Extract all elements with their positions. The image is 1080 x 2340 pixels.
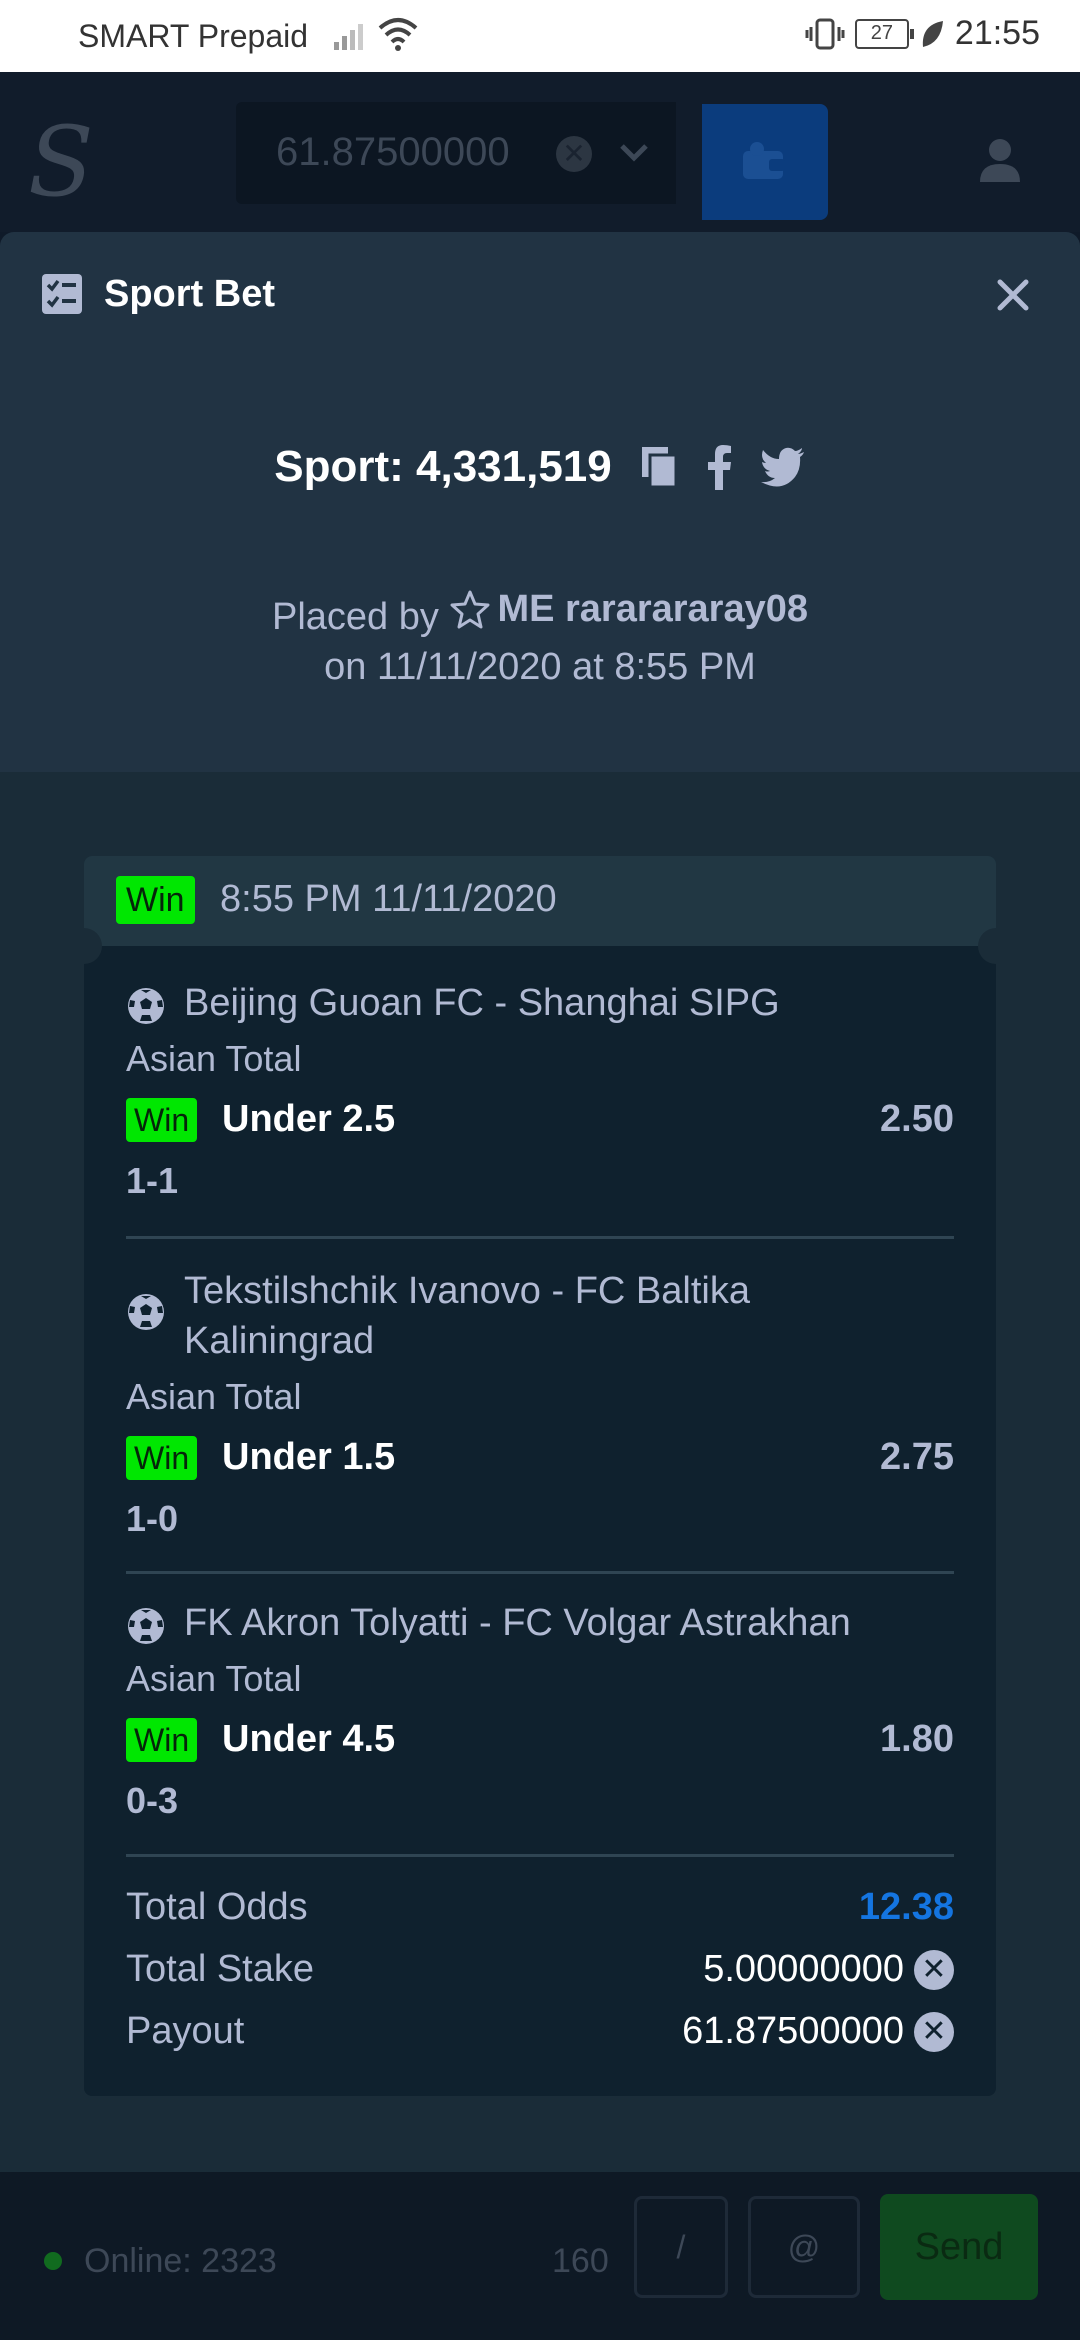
leg-odds: 2.50	[880, 1098, 954, 1140]
selection: Under 1.5	[222, 1436, 396, 1478]
app-header: S 61.87500000 ✕	[0, 72, 1080, 232]
slash-command-button[interactable]: /	[634, 2196, 728, 2298]
payout-row: Payout 61.87500000 ✕	[126, 2000, 954, 2062]
mention-button[interactable]: @	[748, 2196, 860, 2298]
bet-leg: Beijing Guoan FC - Shanghai SIPG Asian T…	[126, 978, 954, 1202]
leg-divider	[126, 1236, 954, 1239]
market-name: Asian Total	[126, 1376, 302, 1417]
ticket-time: 8:55 PM 11/11/2020	[220, 878, 557, 920]
twitter-icon[interactable]	[760, 447, 806, 487]
wallet-icon	[743, 142, 785, 179]
leg-result-badge: Win	[126, 1098, 198, 1142]
bet-id-row: Sport: 4,331,519	[0, 442, 1080, 492]
bet-summary: Total Odds 12.38 Total Stake 5.00000000 …	[126, 1876, 954, 2062]
wifi-icon	[378, 18, 418, 51]
selection: Under 4.5	[222, 1718, 396, 1760]
clock: 21:55	[954, 14, 1040, 52]
username-link[interactable]: ME rararararay08	[497, 584, 808, 634]
vibrate-icon	[805, 18, 845, 49]
wallet-button[interactable]	[702, 104, 828, 220]
online-dot-icon	[44, 2252, 62, 2270]
balance-selector[interactable]: 61.87500000 ✕	[236, 102, 676, 204]
bet-id: Sport: 4,331,519	[274, 442, 612, 491]
balance-value: 61.87500000	[276, 130, 510, 174]
total-odds-label: Total Odds	[126, 1886, 308, 1928]
total-stake-row: Total Stake 5.00000000 ✕	[126, 1938, 954, 2000]
currency-coin-icon: ✕	[556, 136, 592, 172]
ticket-notch-left	[66, 928, 102, 964]
status-right: 27 21:55	[805, 14, 1040, 53]
bet-leg: FK Akron Tolyatti - FC Volgar Astrakhan …	[126, 1598, 954, 1822]
placed-by-label: Placed by	[271, 596, 439, 638]
bet-slip-icon	[42, 274, 82, 314]
selection: Under 2.5	[222, 1098, 396, 1140]
chat-footer: Online: 2323 160 / @ Send	[0, 2172, 1080, 2340]
match-name[interactable]: Tekstilshchik Ivanovo - FC Baltika Kalin…	[184, 1266, 864, 1366]
leg-result-badge: Win	[126, 1436, 198, 1480]
leg-divider	[126, 1854, 954, 1857]
total-stake-value: 5.00000000	[703, 1948, 904, 1990]
status-badge: Win	[116, 876, 195, 924]
leg-result-badge: Win	[126, 1718, 198, 1762]
modal-header: Sport Bet	[40, 272, 275, 316]
market-name: Asian Total	[126, 1038, 302, 1079]
copy-icon[interactable]	[638, 445, 678, 489]
soccer-ball-icon	[128, 988, 164, 1024]
leaf-icon	[922, 20, 943, 47]
ticket-header: Win 8:55 PM 11/11/2020	[84, 856, 996, 946]
leg-score: 0-3	[126, 1780, 179, 1821]
online-count: Online: 2323	[84, 2242, 277, 2280]
status-bar: SMART Prepaid 27 21:55	[0, 0, 1080, 72]
star-icon	[450, 590, 490, 629]
chevron-down-icon	[620, 144, 648, 162]
match-name[interactable]: FK Akron Tolyatti - FC Volgar Astrakhan	[184, 1598, 851, 1648]
payout-label: Payout	[126, 2010, 245, 2052]
modal-title: Sport Bet	[104, 272, 275, 315]
market-name: Asian Total	[126, 1658, 302, 1699]
soccer-ball-icon	[128, 1294, 164, 1330]
facebook-icon[interactable]	[704, 444, 734, 490]
battery-icon: 27	[854, 18, 914, 49]
placed-info: Placed by ME rararararay08 on 11/11/2020…	[0, 584, 1080, 692]
currency-coin-icon: ✕	[914, 2011, 954, 2052]
carrier-label: SMART Prepaid	[78, 18, 309, 54]
ticket-notch-right	[978, 928, 1014, 964]
close-icon[interactable]	[992, 274, 1034, 316]
match-name[interactable]: Beijing Guoan FC - Shanghai SIPG	[184, 978, 780, 1028]
placed-date: on 11/11/2020 at 8:55 PM	[324, 646, 756, 688]
char-count: 160	[552, 2242, 609, 2280]
soccer-ball-icon	[128, 1608, 164, 1644]
bet-ticket: Win 8:55 PM 11/11/2020 Beijing Guoan FC …	[66, 856, 1014, 2096]
signal-icon	[334, 24, 363, 50]
user-icon[interactable]	[978, 136, 1022, 184]
bet-leg: Tekstilshchik Ivanovo - FC Baltika Kalin…	[126, 1266, 954, 1540]
send-button[interactable]: Send	[880, 2194, 1038, 2300]
leg-divider	[126, 1571, 954, 1574]
logo[interactable]: S	[28, 114, 94, 210]
total-odds-value: 12.38	[858, 1886, 954, 1928]
total-stake-label: Total Stake	[126, 1948, 314, 1990]
leg-odds: 1.80	[880, 1718, 954, 1760]
leg-score: 1-0	[126, 1498, 179, 1539]
currency-coin-icon: ✕	[914, 1949, 954, 1990]
leg-score: 1-1	[126, 1160, 179, 1201]
total-odds-row: Total Odds 12.38	[126, 1876, 954, 1938]
leg-odds: 2.75	[880, 1436, 954, 1478]
payout-value: 61.87500000	[682, 2010, 904, 2052]
sport-bet-modal: Sport Bet Sport: 4,331,519 Placed by ME …	[0, 232, 1080, 772]
